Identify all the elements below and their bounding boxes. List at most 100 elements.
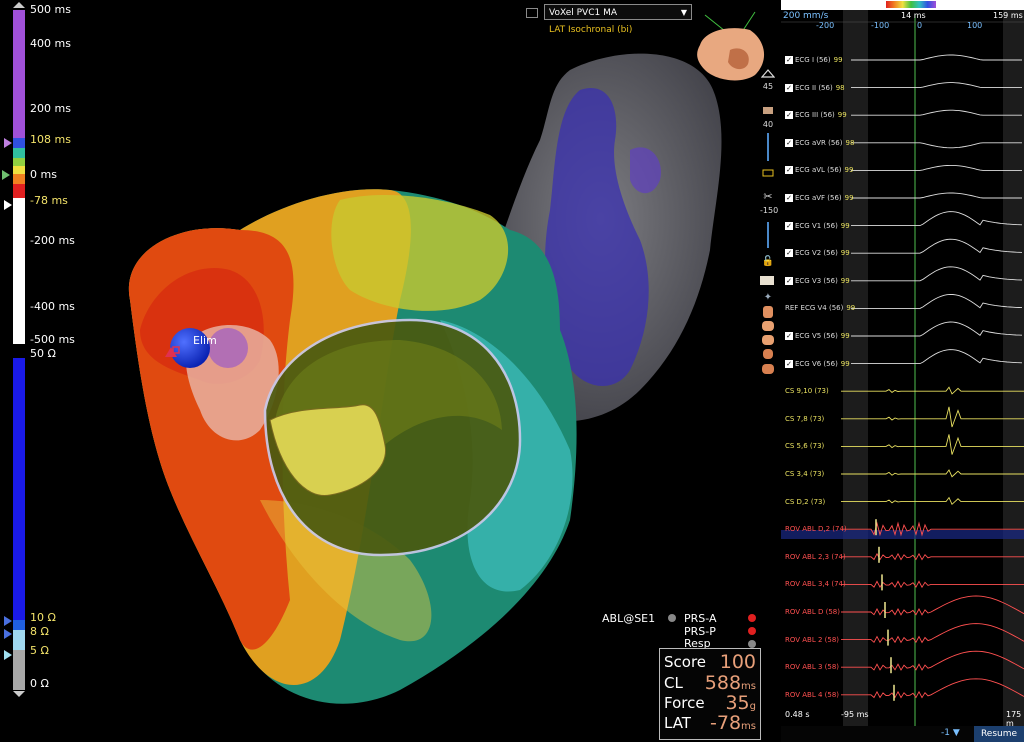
channel-label[interactable]: REF ECG V4 (56) 99 xyxy=(785,304,855,312)
channel-trace xyxy=(841,552,1024,561)
channel-name: ECG aVR (56) xyxy=(795,138,843,147)
heart-chamber-render[interactable] xyxy=(40,0,780,742)
channel-name: ECG I (56) xyxy=(795,56,831,64)
view-front-icon[interactable] xyxy=(760,321,776,331)
channel-label[interactable]: ✓ ECG aVR (56) 98 xyxy=(785,138,854,147)
channel-name: CS 3,4 (73) xyxy=(785,470,825,478)
channel-name: ECG aVF (56) xyxy=(795,194,842,202)
lat-max-arrow-icon[interactable] xyxy=(13,2,25,8)
channel-label[interactable]: ✓ ECG V5 (56) 99 xyxy=(785,332,850,340)
channel-checkbox[interactable]: ✓ xyxy=(785,332,793,340)
view-left-icon[interactable] xyxy=(760,306,776,318)
clip-icon[interactable] xyxy=(760,168,776,180)
channel-name: ECG II (56) xyxy=(795,83,833,92)
impedance-marker-8[interactable] xyxy=(4,629,12,639)
resume-button[interactable]: Resume xyxy=(974,726,1024,742)
channel-trace xyxy=(841,469,1024,478)
channel-checkbox[interactable]: ✓ xyxy=(785,138,793,147)
channel-label[interactable]: ROV ABL 2,3 (74) xyxy=(785,553,846,561)
channel-trace xyxy=(841,623,1024,644)
channel-label[interactable]: ✓ ECG aVF (56) 99 xyxy=(785,194,854,202)
view-right-icon[interactable] xyxy=(760,335,776,345)
lat-window-top-marker[interactable] xyxy=(4,138,12,148)
channel-name: ECG V3 (56) xyxy=(795,276,838,285)
channel-label[interactable]: ✓ ECG V1 (56) 99 xyxy=(785,221,850,230)
scissors-icon[interactable]: ✂ xyxy=(760,190,776,203)
channel-checkbox[interactable]: ✓ xyxy=(785,83,793,92)
channel-checkbox[interactable]: ✓ xyxy=(785,276,793,285)
channel-label[interactable]: ✓ ECG V2 (56) 99 xyxy=(785,249,850,258)
channel-label[interactable]: ✓ ECG aVL (56) 99 xyxy=(785,166,854,175)
tilt-icon[interactable] xyxy=(760,68,776,80)
lock-icon[interactable]: 🔓 xyxy=(760,256,776,267)
orientation-torso-icon[interactable] xyxy=(697,11,765,81)
channel-label[interactable]: ROV ABL D,2 (74) xyxy=(785,525,847,533)
channel-trace xyxy=(851,109,1022,116)
channel-label[interactable]: CS 3,4 (73) xyxy=(785,470,824,478)
light-icon[interactable]: ✦ xyxy=(760,292,776,303)
channel-name: REF ECG V4 (56) xyxy=(785,304,844,313)
lat-color-scale[interactable] xyxy=(13,10,25,344)
impedance-marker-10[interactable] xyxy=(4,616,12,626)
impedance-color-scale[interactable] xyxy=(13,358,25,690)
channel-label[interactable]: CS D,2 (73) xyxy=(785,498,825,506)
channel-quality: 99 xyxy=(840,332,850,340)
clip-slider[interactable] xyxy=(760,222,776,248)
channel-checkbox[interactable]: ✓ xyxy=(785,221,793,230)
channel-label[interactable]: ✓ ECG V3 (56) 99 xyxy=(785,276,850,285)
electrogram-panel[interactable]: 200 mm/s 14 ms 159 ms -200 -100 0 100 ✓ E… xyxy=(781,0,1024,742)
channel-label[interactable]: ROV ABL 3 (58) xyxy=(785,663,839,671)
channel-trace xyxy=(851,266,1023,282)
channel-label[interactable]: ROV ABL 3,4 (74) xyxy=(785,580,846,588)
channel-quality: 99 xyxy=(846,304,856,313)
score-row: Score 100 xyxy=(664,651,756,673)
channel-checkbox[interactable]: ✓ xyxy=(785,194,793,202)
channel-name: ECG V1 (56) xyxy=(795,221,838,230)
channel-label[interactable]: CS 9,10 (73) xyxy=(785,387,829,395)
channel-checkbox[interactable]: ✓ xyxy=(785,56,793,64)
lat-label: LAT xyxy=(664,714,691,732)
channel-label[interactable]: ✓ ECG V6 (56) 99 xyxy=(785,359,850,368)
brightness-slider[interactable] xyxy=(760,133,776,161)
sweep-speed[interactable]: 200 mm/s xyxy=(783,11,828,21)
score-label: Score xyxy=(664,653,707,671)
view-bottom-icon[interactable] xyxy=(760,364,776,374)
channel-label[interactable]: CS 5,6 (73) xyxy=(785,442,824,450)
channel-label[interactable]: ROV ABL 4 (58) xyxy=(785,691,839,699)
channel-label[interactable]: ✓ ECG III (56) 99 xyxy=(785,111,847,120)
channel-name: ROV ABL D,2 (74) xyxy=(785,525,847,534)
channel-checkbox[interactable]: ✓ xyxy=(785,249,793,258)
channel-name: ROV ABL 2,3 (74) xyxy=(785,552,846,561)
view-icon[interactable] xyxy=(760,276,776,285)
channel-quality: 99 xyxy=(840,249,850,258)
channel-quality: 99 xyxy=(844,166,854,175)
lat-window-bottom-marker[interactable] xyxy=(4,200,12,210)
channel-label[interactable]: CS 7,8 (73) xyxy=(785,415,824,423)
lat-zero-marker[interactable] xyxy=(2,170,10,180)
force-unit: g xyxy=(749,701,756,712)
catheter-info-panel: Score 100 CL 588ms Force 35g LAT -78ms xyxy=(659,648,761,740)
channel-label[interactable]: ROV ABL D (58) xyxy=(785,608,840,616)
channel-trace xyxy=(851,192,1022,199)
impedance-min-arrow-icon[interactable] xyxy=(13,691,25,697)
window-width: 14 ms xyxy=(901,11,926,20)
channel-label[interactable]: ✓ ECG II (56) 98 xyxy=(785,83,845,92)
tick-minus200: -200 xyxy=(816,21,835,30)
brightness-icon[interactable] xyxy=(760,104,776,118)
catheter-name: ABL@SE1 xyxy=(602,612,656,625)
channel-checkbox[interactable]: ✓ xyxy=(785,111,793,120)
channel-quality: 99 xyxy=(840,276,850,285)
impedance-marker-5[interactable] xyxy=(4,650,12,660)
map-list-icon[interactable] xyxy=(526,8,538,18)
channel-checkbox[interactable]: ✓ xyxy=(785,359,793,368)
cl-value: 588 xyxy=(704,672,742,694)
map-selector-dropdown[interactable]: VoXel PVC1 MA ▼ xyxy=(544,4,692,20)
channel-checkbox[interactable]: ✓ xyxy=(785,166,793,175)
channel-name: ECG V6 (56) xyxy=(795,359,838,368)
page-selector[interactable]: -1 ▼ xyxy=(941,728,960,738)
channel-label[interactable]: ✓ ECG I (56) 99 xyxy=(785,56,843,64)
channel-label[interactable]: ROV ABL 2 (58) xyxy=(785,636,839,644)
view-back-icon[interactable] xyxy=(760,349,776,359)
lat-map-viewport[interactable]: VoXel PVC1 MA ▼ LAT Isochronal (bi) Elim xyxy=(40,0,780,742)
channel-name: CS D,2 (73) xyxy=(785,497,826,506)
